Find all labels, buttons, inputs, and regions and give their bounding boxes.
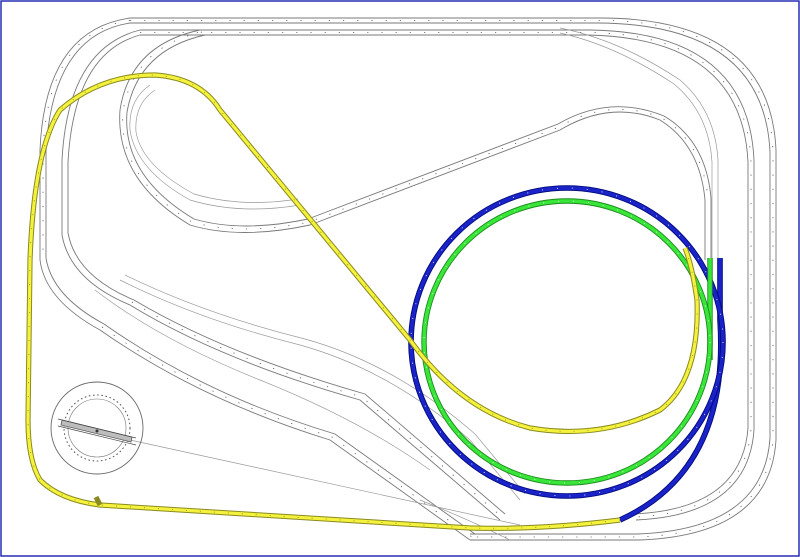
grey-inner-loop: [119, 29, 712, 260]
yellow-track: [25, 72, 700, 531]
outer-left-1: [39, 17, 131, 331]
outer-left-3: [61, 29, 141, 306]
track-plan-canvas: [0, 0, 800, 557]
inner-loop-1: [119, 29, 706, 260]
inner-loop-b: [559, 32, 713, 262]
turntable-icon: [50, 381, 144, 475]
outer-loop-1: [130, 17, 777, 541]
diag-4: [133, 299, 506, 515]
blue-loop-track: [408, 185, 726, 523]
track-plan: [0, 0, 800, 557]
grey-diagonals: [94, 274, 526, 541]
yellow-mainline: [25, 72, 700, 531]
green-loop-track: [421, 198, 713, 486]
inner-loop-2: [126, 34, 712, 258]
yellow-stub: [93, 495, 103, 507]
